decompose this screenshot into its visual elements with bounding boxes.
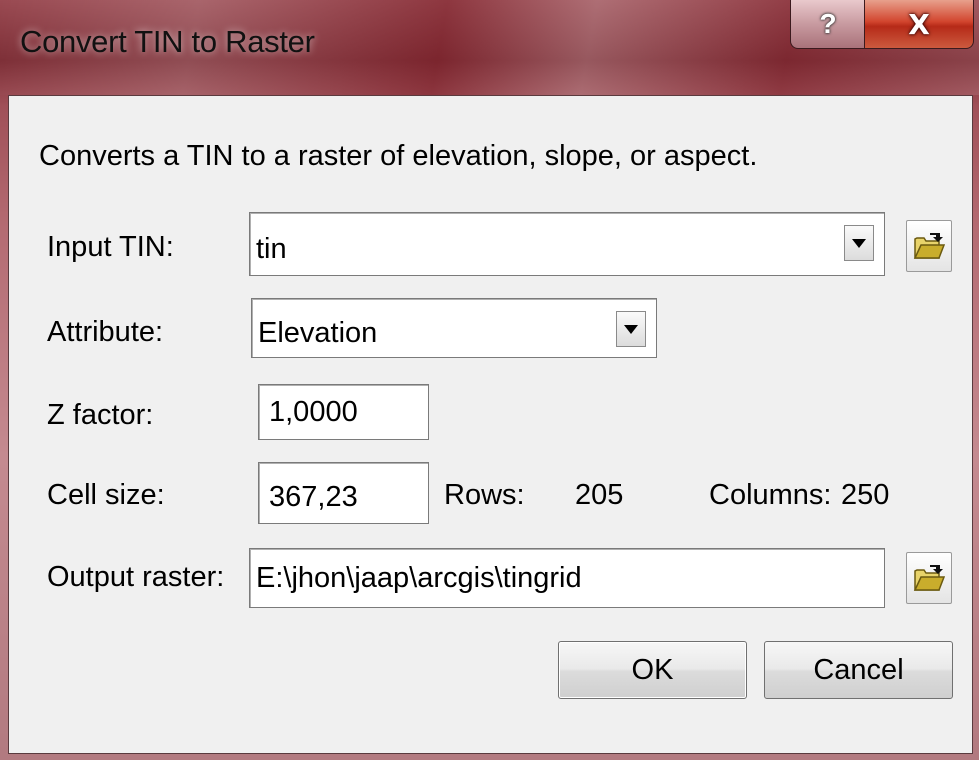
cell-size-label: Cell size: — [47, 479, 165, 511]
window-frame: Convert TIN to Raster ? X Converts a TIN… — [0, 0, 979, 760]
input-tin-browse-button[interactable] — [906, 220, 952, 272]
input-tin-label: Input TIN: — [47, 231, 174, 263]
window-title: Convert TIN to Raster — [20, 24, 315, 59]
chevron-down-icon — [624, 324, 638, 334]
output-raster-value: E:\jhon\jaap\arcgis\tingrid — [256, 561, 582, 594]
input-tin-dropdown-button[interactable] — [844, 225, 874, 261]
input-tin-combobox[interactable]: tin — [249, 212, 885, 276]
open-folder-icon — [913, 233, 945, 259]
open-folder-icon — [913, 565, 945, 591]
columns-value: 250 — [841, 479, 890, 511]
z-factor-input[interactable]: 1,0000 — [258, 384, 429, 440]
rows-label: Rows: — [444, 479, 525, 511]
attribute-dropdown-button[interactable] — [616, 311, 646, 347]
attribute-value: Elevation — [258, 316, 378, 349]
title-bar[interactable]: Convert TIN to Raster ? X — [0, 0, 979, 95]
z-factor-label: Z factor: — [47, 399, 154, 431]
output-raster-input[interactable]: E:\jhon\jaap\arcgis\tingrid — [249, 548, 885, 608]
ok-button[interactable]: OK — [558, 641, 747, 699]
output-raster-browse-button[interactable] — [906, 552, 952, 604]
cell-size-input[interactable]: 367,23 — [258, 462, 429, 524]
rows-value: 205 — [575, 479, 624, 511]
help-button[interactable]: ? — [790, 0, 865, 49]
tool-description: Converts a TIN to a raster of elevation,… — [39, 140, 758, 172]
close-button[interactable]: X — [864, 0, 974, 49]
close-icon: X — [908, 7, 930, 41]
cell-size-value: 367,23 — [269, 480, 358, 513]
attribute-label: Attribute: — [47, 316, 164, 348]
input-tin-value: tin — [256, 232, 287, 265]
z-factor-value: 1,0000 — [269, 395, 358, 428]
chevron-down-icon — [852, 238, 866, 248]
columns-label: Columns: — [709, 479, 832, 511]
cancel-button[interactable]: Cancel — [764, 641, 953, 699]
help-icon: ? — [819, 8, 837, 39]
output-raster-label: Output raster: — [47, 561, 225, 593]
attribute-combobox[interactable]: Elevation — [251, 298, 657, 358]
dialog-body: Converts a TIN to a raster of elevation,… — [8, 95, 973, 754]
